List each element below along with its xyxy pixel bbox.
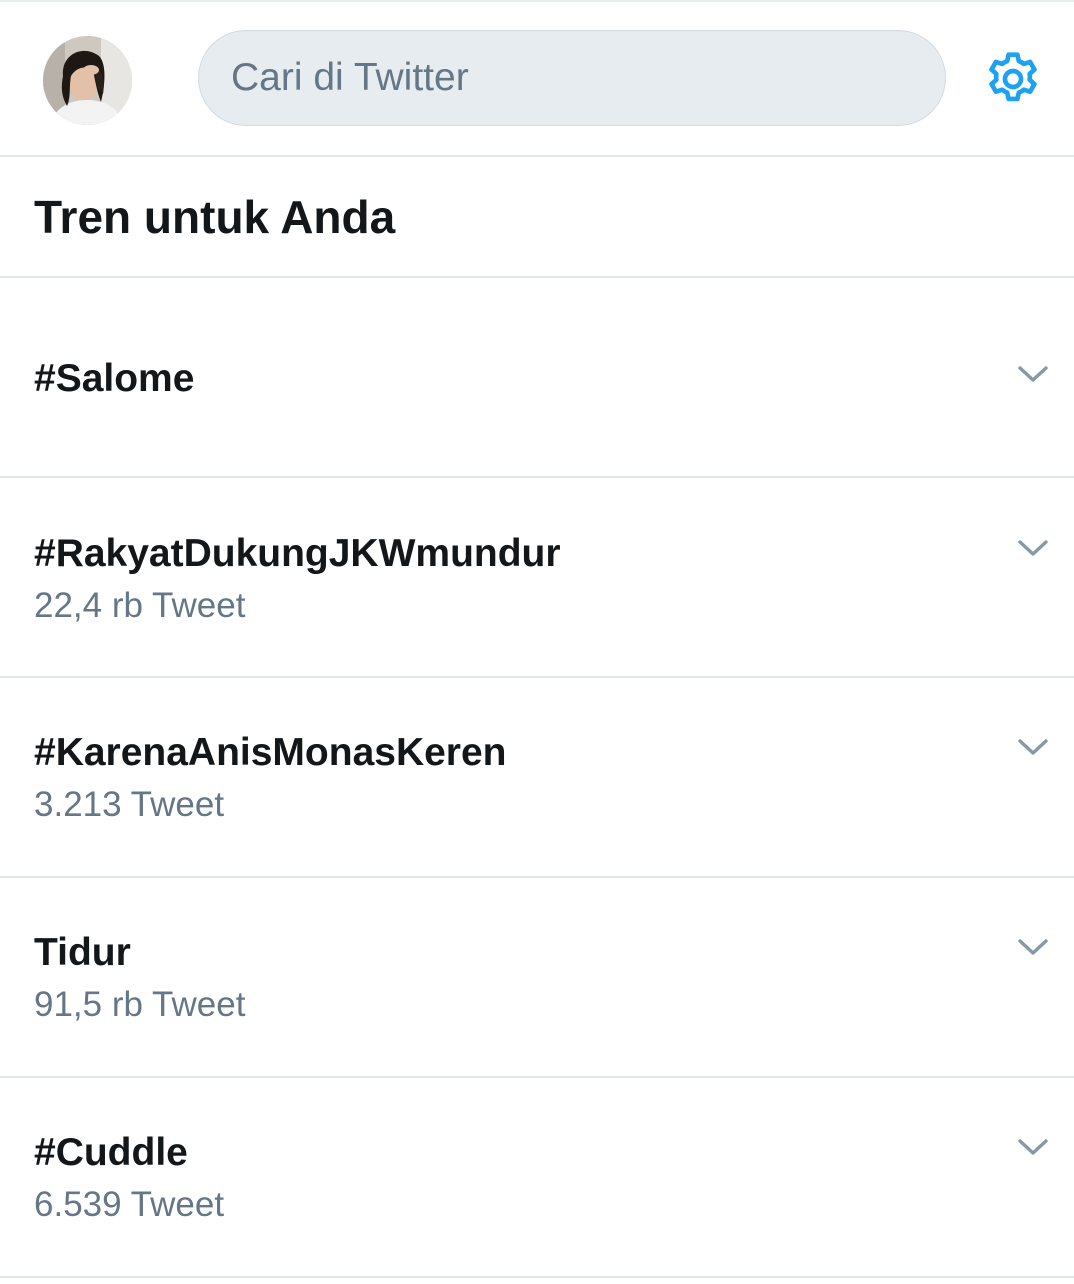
trend-name: #KarenaAnisMonasKeren: [34, 731, 507, 774]
trend-tweet-count: 22,4 rb Tweet: [34, 586, 246, 625]
trend-tweet-count: 6.539 Tweet: [34, 1185, 225, 1224]
trend-name: #Salome: [34, 357, 195, 400]
trends-list: #Salome #RakyatDukungJKWmundur 22,4 rb T…: [0, 278, 1074, 1278]
chevron-down-icon[interactable]: [1016, 1135, 1050, 1159]
chevron-down-icon[interactable]: [1016, 935, 1050, 959]
page-title: Tren untuk Anda: [34, 191, 396, 243]
trend-name: #Cuddle: [34, 1131, 188, 1174]
trend-item[interactable]: #RakyatDukungJKWmundur 22,4 rb Tweet: [0, 478, 1074, 678]
trend-tweet-count: 91,5 rb Tweet: [34, 985, 246, 1024]
trend-item[interactable]: #Salome: [0, 278, 1074, 478]
section-header: Tren untuk Anda: [0, 157, 1074, 278]
header-bar: [0, 2, 1074, 157]
trend-tweet-count: 3.213 Tweet: [34, 785, 225, 824]
trend-name: #RakyatDukungJKWmundur: [34, 532, 561, 575]
search-input[interactable]: [231, 31, 921, 125]
gear-icon[interactable]: [982, 48, 1044, 110]
trend-item[interactable]: #Cuddle 6.539 Tweet: [0, 1078, 1074, 1278]
avatar-photo: [43, 36, 132, 125]
trend-item[interactable]: #KarenaAnisMonasKeren 3.213 Tweet: [0, 678, 1074, 878]
chevron-down-icon[interactable]: [1016, 536, 1050, 560]
chevron-down-icon[interactable]: [1016, 735, 1050, 759]
trend-name: Tidur: [34, 931, 131, 974]
trend-item[interactable]: Tidur 91,5 rb Tweet: [0, 878, 1074, 1078]
avatar[interactable]: [43, 36, 132, 125]
chevron-down-icon[interactable]: [1016, 362, 1050, 386]
search-box[interactable]: [198, 30, 946, 126]
